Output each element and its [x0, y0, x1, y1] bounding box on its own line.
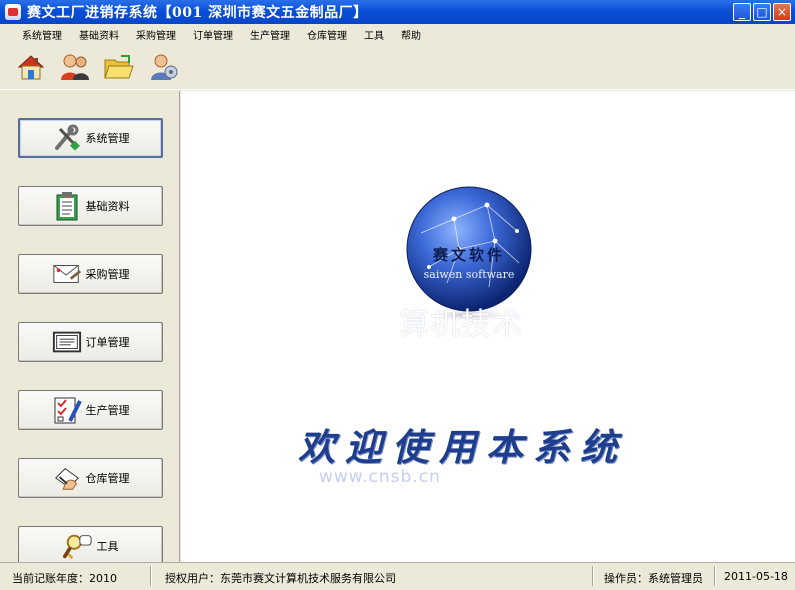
- hand-writing-icon: [54, 468, 79, 490]
- sidebar-item-label: 工具: [96, 540, 119, 553]
- logo-english-text: saiwen software: [424, 268, 515, 281]
- status-separator: [150, 566, 152, 586]
- menu-warehouse[interactable]: 仓库管理: [307, 27, 347, 42]
- tools-icon: [54, 124, 80, 151]
- status-date: 2011-05-18: [724, 570, 788, 583]
- sidebar-item-label: 仓库管理: [85, 472, 130, 485]
- document-icon: [52, 331, 81, 353]
- menu-production[interactable]: 生产管理: [250, 27, 290, 42]
- app-icon: [5, 4, 21, 20]
- close-button[interactable]: ×: [773, 3, 791, 21]
- sidebar-item-production[interactable]: 生产管理: [18, 390, 163, 430]
- welcome-heading: 欢迎使用本系统: [298, 425, 627, 469]
- status-fiscal-year: 当前记账年度：2010: [12, 572, 117, 585]
- sidebar-item-orders[interactable]: 订单管理: [18, 322, 163, 362]
- sidebar-item-label: 系统管理: [85, 132, 130, 145]
- envelope-icon: [52, 265, 81, 283]
- menu-purchase[interactable]: 采购管理: [136, 27, 176, 42]
- sidebar: 系统管理 基础资料 采购管理 订单管理 生产管理 仓库管理 工具: [0, 91, 180, 566]
- sidebar-item-warehouse[interactable]: 仓库管理: [18, 458, 163, 498]
- users-icon: [61, 54, 89, 80]
- toolbar-user-settings-button[interactable]: [146, 50, 180, 84]
- minimize-button[interactable]: _: [733, 3, 751, 21]
- status-operator: 操作员：系统管理员: [604, 572, 703, 585]
- checklist-icon: [54, 397, 82, 424]
- main-content: 赛文软件 saiwen software 算机技术 欢迎使用本系统 www.cn…: [181, 91, 795, 562]
- sidebar-item-label: 基础资料: [85, 200, 130, 213]
- sidebar-item-label: 订单管理: [85, 336, 130, 349]
- toolbar-open-button[interactable]: [102, 50, 136, 84]
- status-separator: [714, 566, 716, 586]
- clipboard-icon: [56, 192, 77, 221]
- website-watermark: www.cnsb.cn: [319, 467, 441, 487]
- sidebar-item-label: 生产管理: [85, 404, 130, 417]
- window-controls: _ □ ×: [733, 3, 791, 21]
- sidebar-item-system[interactable]: 系统管理: [18, 118, 163, 158]
- menu-help[interactable]: 帮助: [401, 27, 421, 42]
- toolbar: [0, 44, 795, 90]
- menu-tools[interactable]: 工具: [364, 27, 384, 42]
- window-title: 赛文工厂进销存系统【001 深圳市赛文五金制品厂】: [27, 5, 368, 21]
- logo-chinese-text: 赛文软件: [432, 246, 505, 264]
- menu-system[interactable]: 系统管理: [22, 27, 62, 42]
- maximize-button[interactable]: □: [753, 3, 771, 21]
- menu-bar: 系统管理 基础资料 采购管理 订单管理 生产管理 仓库管理 工具 帮助: [0, 24, 795, 44]
- watermark-text: 算机技术: [399, 307, 523, 342]
- menu-orders[interactable]: 订单管理: [193, 27, 233, 42]
- sidebar-item-label: 采购管理: [85, 268, 130, 281]
- folder-open-icon: [104, 54, 134, 78]
- menu-basic-data[interactable]: 基础资料: [79, 27, 119, 42]
- home-icon: [17, 54, 45, 79]
- status-licensee: 授权用户：东莞市赛文计算机技术服务有限公司: [165, 572, 396, 585]
- status-separator: [592, 566, 594, 586]
- user-settings-icon: [151, 54, 178, 80]
- toolbar-home-button[interactable]: [14, 50, 48, 84]
- magnifier-icon: [62, 534, 92, 560]
- status-bar: 当前记账年度：2010 授权用户：东莞市赛文计算机技术服务有限公司 操作员：系统…: [0, 562, 795, 590]
- sidebar-item-basic-data[interactable]: 基础资料: [18, 186, 163, 226]
- sidebar-item-tools[interactable]: 工具: [18, 526, 163, 566]
- toolbar-users-button[interactable]: [58, 50, 92, 84]
- title-bar[interactable]: 赛文工厂进销存系统【001 深圳市赛文五金制品厂】 _ □ ×: [0, 0, 795, 24]
- sidebar-item-purchase[interactable]: 采购管理: [18, 254, 163, 294]
